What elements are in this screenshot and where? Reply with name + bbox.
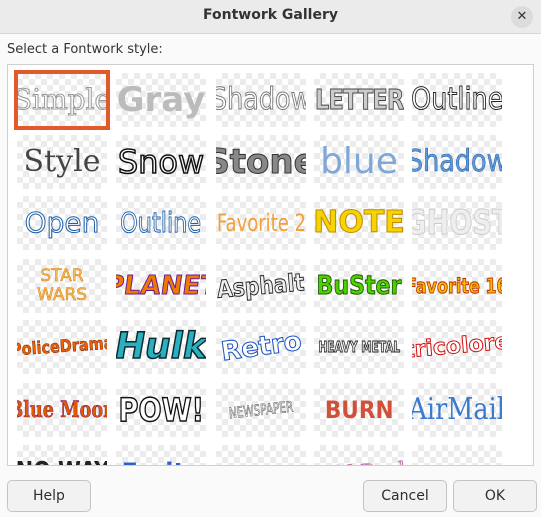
fontwork-style-item[interactable]: Outline [116,196,206,250]
fontwork-style-item[interactable]: Shadow [216,73,306,127]
fontwork-style-item[interactable]: NO WAY [17,445,107,465]
fontwork-style-item[interactable]: POW! [116,383,206,437]
fontwork-style-preview: AirMail [412,392,502,427]
fontwork-grid: SimpleGrayShadowLETTEROutlineStyleSnowSt… [8,65,533,465]
title-bar: Fontwork Gallery ✕ [0,0,541,34]
fontwork-style-preview: Favorite 16 [412,274,502,298]
fontwork-style-item[interactable]: NOTE [314,196,404,250]
fontwork-style-preview: Outline [120,206,202,239]
fontwork-style-item[interactable]: NEWSPAPER [216,383,306,437]
fontwork-gallery[interactable]: SimpleGrayShadowLETTEROutlineStyleSnowSt… [7,64,534,466]
fontwork-style-item[interactable]: Fruity [116,445,206,465]
fontwork-style-item[interactable]: BURN [314,383,404,437]
fontwork-style-item[interactable]: Stone [216,135,306,189]
fontwork-style-preview: BURN [324,396,394,424]
fontwork-style-preview: POW! [118,391,205,429]
fontwork-style-item[interactable]: Hulk [116,320,206,374]
fontwork-style-preview: GHOST [412,203,502,243]
fontwork-style-preview: Gray [116,80,206,120]
fontwork-style-item[interactable]: Blue Moon [17,383,107,437]
select-style-label: Select a Fontwork style: [7,42,163,57]
fontwork-style-item[interactable]: Asphalt [216,259,306,313]
fontwork-style-item[interactable]: PLANET [116,259,206,313]
fontwork-style-preview: Outline [412,82,502,117]
window-title: Fontwork Gallery [203,7,338,23]
fontwork-style-item[interactable]: GHOST [412,196,502,250]
fontwork-style-preview: Style [23,144,101,179]
fontwork-style-item[interactable]: Gray [116,73,206,127]
fontwork-style-item[interactable]: Shadow [412,135,502,189]
fontwork-style-preview: NEWSPAPER [227,397,295,422]
fontwork-style-item[interactable]: AirMail [412,383,502,437]
fontwork-style-preview: Asphalt [216,268,306,304]
fontwork-style-preview: Retro [218,326,304,368]
fontwork-style-item[interactable]: tricolore [412,320,502,374]
fontwork-style-item[interactable]: Style [17,135,107,189]
fontwork-style-item[interactable]: Gold Rush [314,445,404,465]
fontwork-style-preview: Shadow [412,144,502,179]
fontwork-style-preview: Snow [117,143,205,181]
fontwork-style-preview: Shadow [216,82,306,117]
fontwork-style-preview: Stone [216,142,306,182]
help-button[interactable]: Help [7,480,91,512]
fontwork-style-item[interactable] [216,445,306,465]
fontwork-style-item[interactable]: Simple [14,70,110,130]
close-button[interactable]: ✕ [511,6,533,28]
fontwork-style-item[interactable]: Outline [412,73,502,127]
fontwork-style-preview: Blue Moon [17,397,107,423]
fontwork-style-item[interactable]: LETTER [314,73,404,127]
fontwork-style-item[interactable]: STAR WARS [17,259,107,313]
fontwork-style-item[interactable]: Favorite 16 [412,259,502,313]
fontwork-style-item[interactable]: Favorite 2 [216,196,306,250]
fontwork-style-preview: Favorite 2 [216,209,306,237]
fontwork-style-preview: HEAVY METAL [318,337,400,356]
fontwork-style-preview: NO WAY [17,459,107,465]
fontwork-style-item[interactable]: Snow [116,135,206,189]
fontwork-style-preview: BuSter [316,271,402,301]
fontwork-style-preview: PLANET [116,271,206,302]
fontwork-style-preview: blue [320,141,398,182]
fontwork-style-item[interactable]: Open [17,196,107,250]
fontwork-style-preview: Fruity [121,460,200,465]
fontwork-style-item[interactable]: blue [314,135,404,189]
fontwork-style-item[interactable]: BuSter [314,259,404,313]
button-bar: Help Cancel OK [0,472,541,517]
close-icon: ✕ [516,9,528,24]
fontwork-style-item[interactable] [412,445,502,465]
fontwork-style-preview: LETTER [314,83,404,116]
fontwork-style-item[interactable]: HEAVY METAL [314,320,404,374]
ok-button[interactable]: OK [453,480,537,512]
fontwork-style-preview: Simple [17,83,107,116]
fontwork-style-preview: Hulk [116,325,206,368]
fontwork-style-preview: NOTE [314,205,404,240]
fontwork-style-preview: PoliceDrama [17,332,107,361]
fontwork-style-preview: STAR WARS [36,266,88,305]
fontwork-style-preview: Gold Rush [314,456,404,465]
fontwork-style-item[interactable]: Retro [216,320,306,374]
fontwork-style-item[interactable]: PoliceDrama [17,320,107,374]
cancel-button[interactable]: Cancel [363,480,447,512]
fontwork-style-preview: Open [24,206,100,239]
fontwork-style-preview: tricolore [412,329,502,364]
